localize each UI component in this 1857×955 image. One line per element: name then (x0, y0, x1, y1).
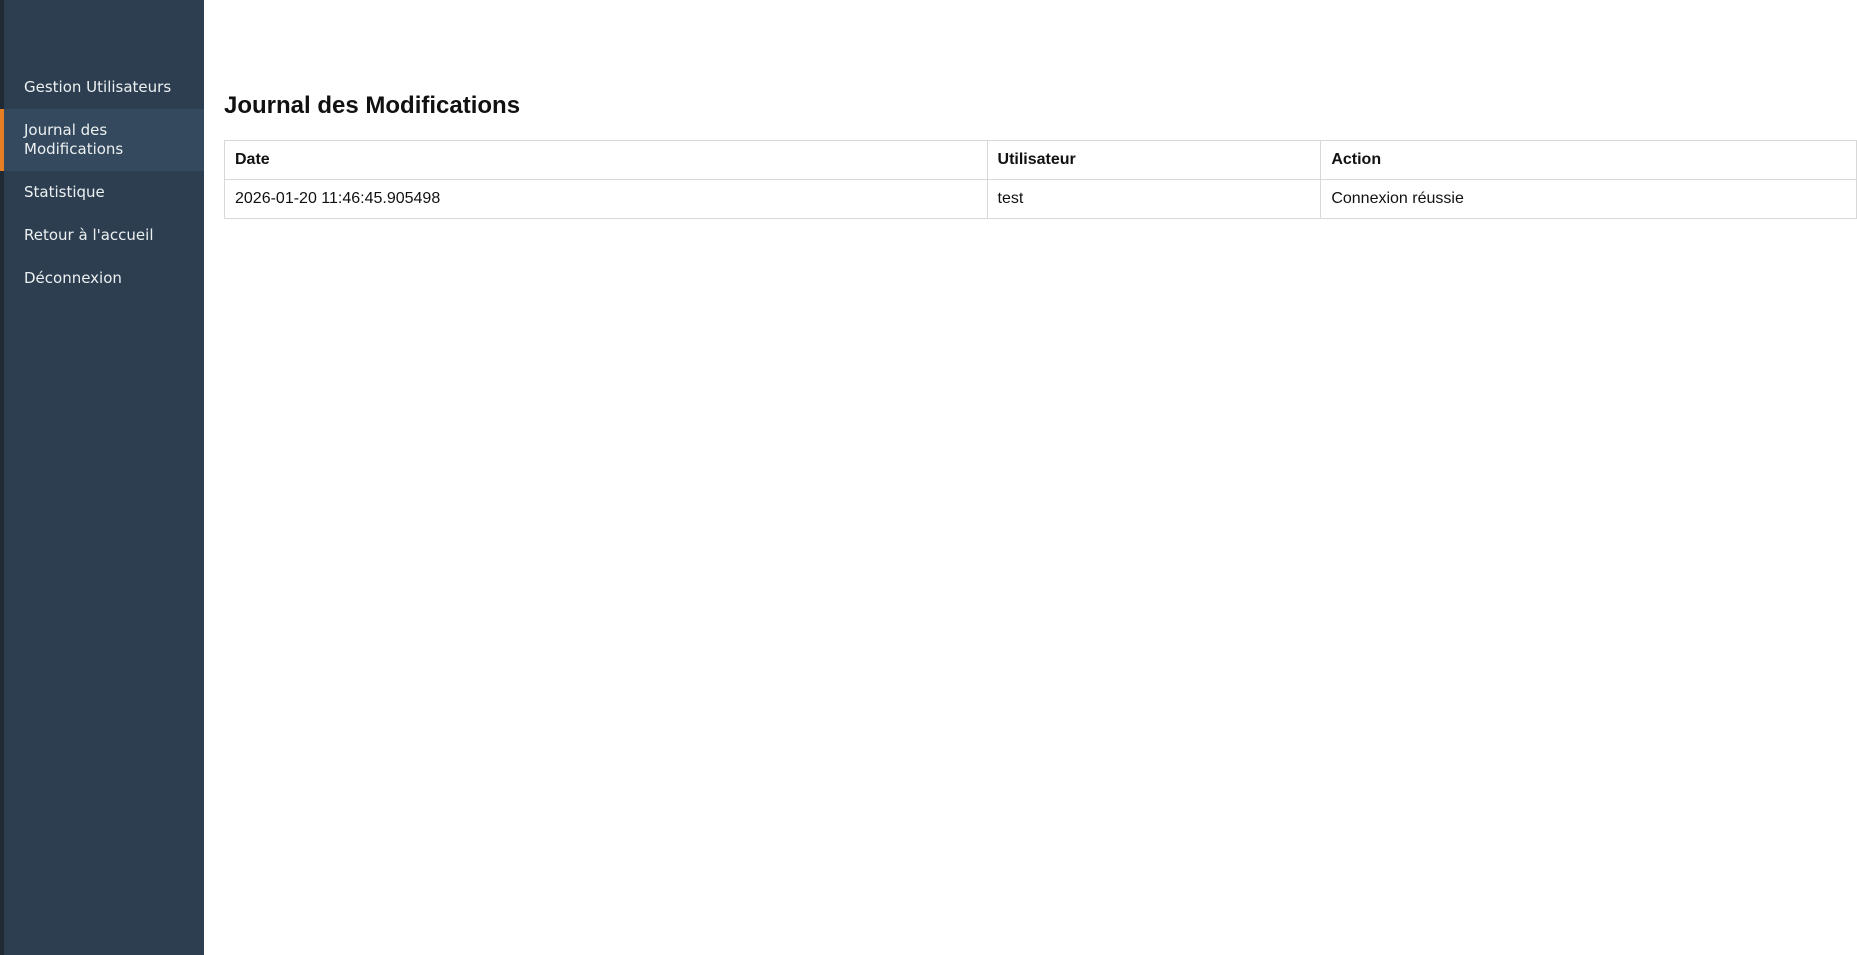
table-row: 2026-01-20 11:46:45.905498 test Connexio… (224, 179, 1857, 219)
cell-utilisateur: test (986, 179, 1322, 219)
column-header-utilisateur: Utilisateur (986, 140, 1322, 180)
column-header-action: Action (1320, 140, 1857, 180)
column-header-date: Date (224, 140, 988, 180)
sidebar-item-gestion-utilisateurs[interactable]: Gestion Utilisateurs (0, 66, 204, 109)
sidebar: Gestion Utilisateurs Journal des Modific… (0, 0, 204, 955)
log-table: Date Utilisateur Action 2026-01-20 11:46… (224, 140, 1857, 219)
cell-date: 2026-01-20 11:46:45.905498 (224, 179, 988, 219)
page-title: Journal des Modifications (224, 92, 521, 119)
cell-action: Connexion réussie (1320, 179, 1857, 219)
sidebar-item-journal-des-modifications[interactable]: Journal des Modifications (0, 109, 204, 171)
sidebar-item-deconnexion[interactable]: Déconnexion (0, 257, 204, 300)
table-header-row: Date Utilisateur Action (224, 140, 1857, 180)
app-window: Gestion Utilisateurs Journal des Modific… (0, 0, 1857, 955)
sidebar-item-statistique[interactable]: Statistique (0, 171, 204, 214)
main-content: Journal des Modifications Date Utilisate… (204, 0, 1857, 955)
sidebar-item-retour-accueil[interactable]: Retour à l'accueil (0, 214, 204, 257)
